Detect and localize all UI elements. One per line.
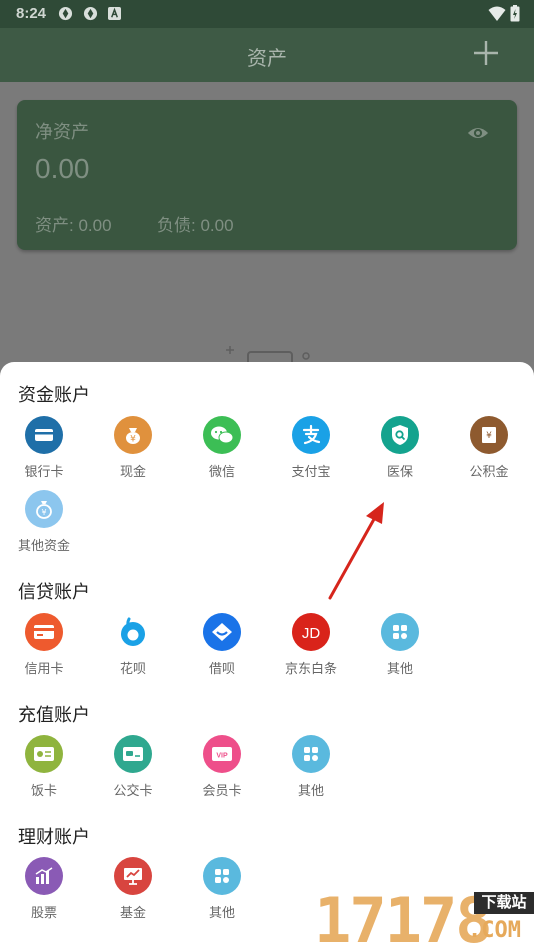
bus-card-icon <box>114 735 152 773</box>
account-option-label: 支付宝 <box>291 464 331 479</box>
watermark-domain: .COM <box>468 918 521 943</box>
account-option-bank-card[interactable]: 银行卡 <box>9 416 79 480</box>
grid-icon <box>292 735 330 773</box>
account-option-label: 其他 <box>297 783 324 798</box>
watermark-digits: 17178 <box>314 884 493 950</box>
account-option-label: 饭卡 <box>30 783 57 798</box>
account-option-investment-other[interactable]: 其他 <box>187 857 257 921</box>
grid-icon <box>381 613 419 651</box>
fund-chart-icon <box>114 857 152 895</box>
svg-text:JD: JD <box>302 625 321 642</box>
account-option-jiebei[interactable]: 借呗 <box>187 613 257 677</box>
status-time: 8:24 <box>16 5 47 22</box>
wifi-icon <box>488 6 506 21</box>
account-option-wechat[interactable]: 微信 <box>187 416 257 480</box>
account-option-alipay[interactable]: 支付宝 <box>276 416 346 480</box>
svg-text:VIP: VIP <box>216 753 228 760</box>
account-option-jd-baitiao[interactable]: JD 京东白条 <box>276 613 346 677</box>
account-option-prepaid-other[interactable]: 其他 <box>276 735 346 799</box>
meal-card-icon <box>25 735 63 773</box>
eye-icon[interactable] <box>467 122 489 144</box>
account-option-stocks[interactable]: 股票 <box>9 857 79 921</box>
account-option-label: 银行卡 <box>24 464 64 479</box>
watermark-tag: 下载站 <box>474 892 534 914</box>
account-option-medical-insurance[interactable]: 医保 <box>365 416 435 480</box>
account-option-funds[interactable]: 基金 <box>98 857 168 921</box>
account-option-label: 京东白条 <box>284 661 337 676</box>
notification-icon <box>83 6 98 21</box>
account-option-label: 其他 <box>208 905 235 920</box>
account-option-label: 现金 <box>119 464 146 479</box>
medical-insurance-icon <box>381 416 419 454</box>
empty-illustration-icon <box>226 346 310 364</box>
battery-icon <box>510 5 520 22</box>
jiebei-icon <box>203 613 241 651</box>
account-option-label: 公交卡 <box>113 783 153 798</box>
account-option-housing-fund[interactable]: ¥ 公积金 <box>454 416 524 480</box>
housing-fund-icon: ¥ <box>470 416 508 454</box>
notification-icon <box>58 6 73 21</box>
account-option-label: 其他 <box>386 661 413 676</box>
add-icon[interactable] <box>472 39 500 67</box>
svg-text:¥: ¥ <box>41 508 46 517</box>
account-option-label: 信用卡 <box>24 661 64 676</box>
account-option-credit-other[interactable]: 其他 <box>365 613 435 677</box>
account-option-huabei[interactable]: 花呗 <box>98 613 168 677</box>
section-title-fund-accounts: 资金账户 <box>18 385 90 405</box>
app-bar: 资产 <box>0 28 534 82</box>
status-right-icons <box>488 5 520 27</box>
account-option-label: 会员卡 <box>202 783 242 798</box>
stock-chart-icon <box>25 857 63 895</box>
annotation-arrow-icon <box>328 502 384 600</box>
money-bag-icon: ¥ <box>25 490 63 528</box>
account-option-label: 公积金 <box>469 464 509 479</box>
account-option-other-funds[interactable]: ¥ 其他资金 <box>9 490 79 554</box>
assets-total: 资产: 0.00 <box>35 216 112 235</box>
cash-bag-icon: ¥ <box>114 416 152 454</box>
account-option-label: 医保 <box>386 464 413 479</box>
page-title: 资产 <box>247 48 287 70</box>
account-option-label: 其他资金 <box>17 538 70 553</box>
bank-card-icon <box>25 416 63 454</box>
section-title-investment-accounts: 理财账户 <box>18 827 90 847</box>
huabei-icon <box>114 613 152 651</box>
svg-text:¥: ¥ <box>486 431 492 441</box>
account-option-bus-card[interactable]: 公交卡 <box>98 735 168 799</box>
account-option-vip-card[interactable]: VIP 会员卡 <box>187 735 257 799</box>
account-option-meal-card[interactable]: 饭卡 <box>9 735 79 799</box>
account-option-label: 借呗 <box>208 661 235 676</box>
wechat-icon <box>203 416 241 454</box>
status-bar: 8:24 <box>0 0 534 28</box>
keyboard-notification-icon <box>108 7 121 20</box>
net-assets-card: 净资产 0.00 资产: 0.00 负债: 0.00 <box>17 100 517 250</box>
liabilities-total: 负债: 0.00 <box>157 216 234 235</box>
section-title-prepaid-accounts: 充值账户 <box>18 705 90 725</box>
account-option-cash[interactable]: ¥ 现金 <box>98 416 168 480</box>
account-option-label: 微信 <box>208 464 235 479</box>
svg-text:¥: ¥ <box>130 435 136 445</box>
account-option-credit-card[interactable]: 信用卡 <box>9 613 79 677</box>
alipay-icon <box>292 416 330 454</box>
grid-icon <box>203 857 241 895</box>
account-option-label: 花呗 <box>119 661 146 676</box>
vip-card-icon: VIP <box>203 735 241 773</box>
jd-icon: JD <box>292 613 330 651</box>
watermark-logo: 17178 下载站 .COM <box>306 884 534 950</box>
account-option-label: 基金 <box>119 905 146 920</box>
section-title-credit-accounts: 信贷账户 <box>18 582 90 602</box>
net-assets-label: 净资产 <box>35 122 89 142</box>
account-option-label: 股票 <box>30 905 57 920</box>
credit-card-icon <box>25 613 63 651</box>
net-assets-amount: 0.00 <box>35 153 90 184</box>
